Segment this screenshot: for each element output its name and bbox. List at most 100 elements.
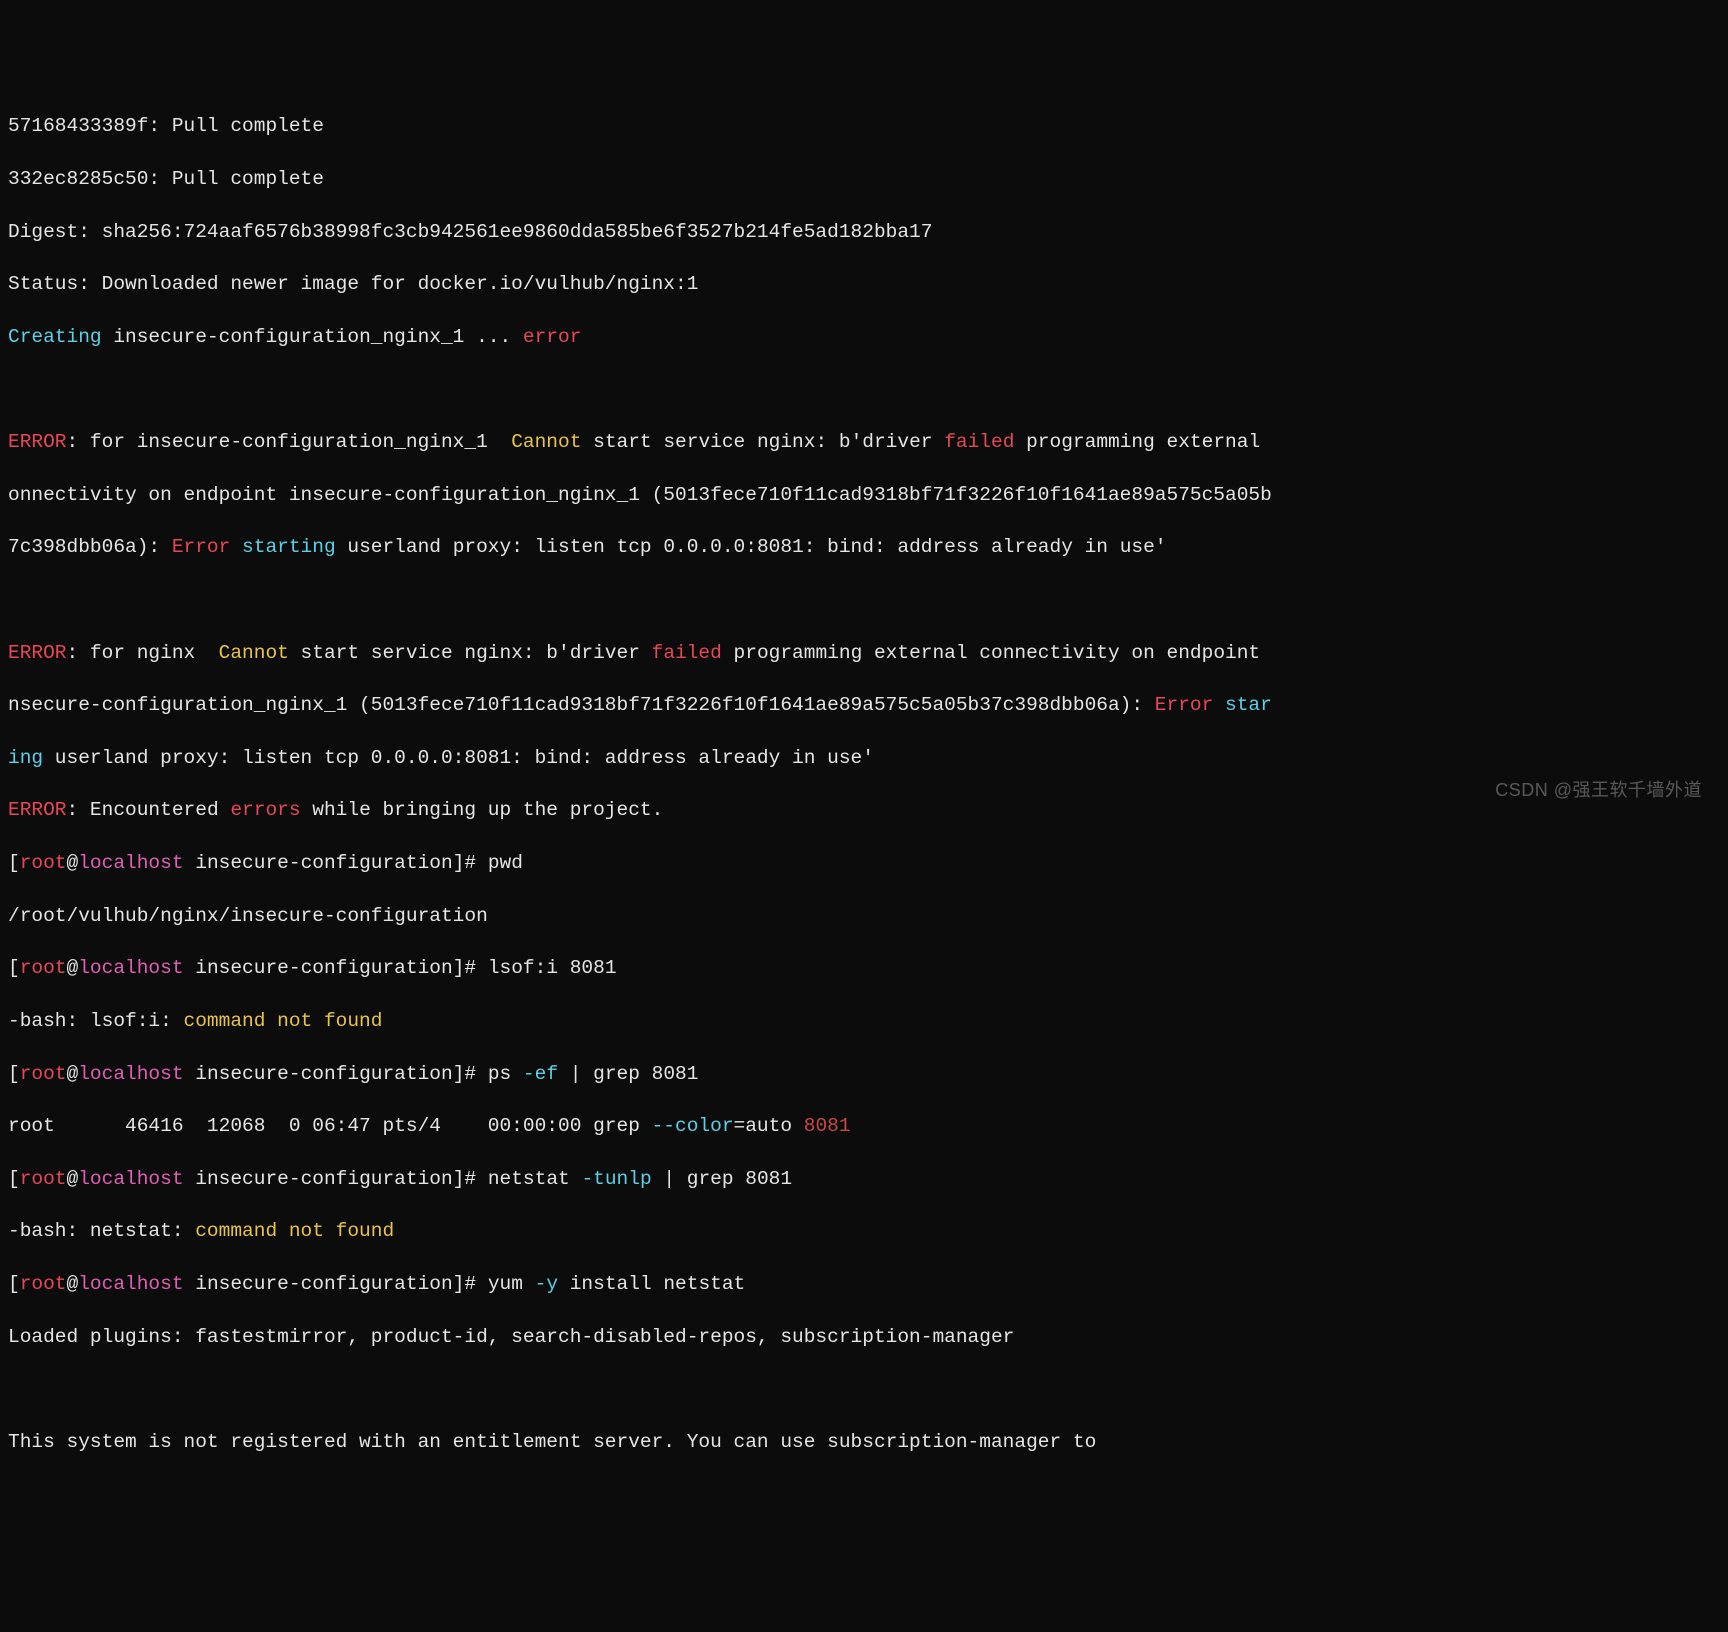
error-line: nsecure-configuration_nginx_1 (5013fece7…: [8, 692, 1720, 718]
error-line: ERROR: for nginx Cannot start service ng…: [8, 640, 1720, 666]
text: starting: [242, 536, 336, 558]
text: command not found: [184, 1010, 383, 1032]
prompt-path: insecure-configuration: [184, 957, 453, 979]
output-line: Digest: sha256:724aaf6576b38998fc3cb9425…: [8, 219, 1720, 245]
text: @: [67, 852, 79, 874]
prompt-user: root: [20, 1168, 67, 1190]
error-line: ERROR: for insecure-configuration_nginx_…: [8, 429, 1720, 455]
text: while bringing up the project.: [301, 799, 664, 821]
output-line: -bash: lsof:i: command not found: [8, 1008, 1720, 1034]
text: [: [8, 1063, 20, 1085]
output-line: -bash: netstat: command not found: [8, 1218, 1720, 1244]
prompt-line[interactable]: [root@localhost insecure-configuration]#…: [8, 1271, 1720, 1297]
prompt-line[interactable]: [root@localhost insecure-configuration]#…: [8, 1166, 1720, 1192]
text: [: [8, 852, 20, 874]
output-line: This system is not registered with an en…: [8, 1429, 1720, 1455]
text: @: [67, 1273, 79, 1295]
text: -bash: netstat:: [8, 1220, 195, 1242]
flag: -tunlp: [581, 1168, 651, 1190]
text: [230, 536, 242, 558]
text: : for nginx: [67, 642, 219, 664]
text: root 46416 12068 0 06:47 pts/4 00:00:00 …: [8, 1115, 652, 1137]
prompt-path: insecure-configuration: [184, 1273, 453, 1295]
text: nsecure-configuration_nginx_1 (5013fece7…: [8, 694, 1155, 716]
text: failed: [652, 642, 722, 664]
command-input[interactable]: install netstat: [558, 1273, 745, 1295]
text: Error: [172, 536, 231, 558]
output-line: 57168433389f: Pull complete: [8, 113, 1720, 139]
text: : Encountered: [67, 799, 231, 821]
text: [: [8, 1273, 20, 1295]
text: =auto: [734, 1115, 804, 1137]
text: 7c398dbb06a):: [8, 536, 172, 558]
flag: --color: [652, 1115, 734, 1137]
text: @: [67, 1063, 79, 1085]
prompt-path: insecure-configuration: [184, 852, 453, 874]
text: Cannot: [219, 642, 289, 664]
port: 8081: [804, 1115, 851, 1137]
creating-status: error: [523, 326, 582, 348]
creating-label: Creating: [8, 326, 102, 348]
text: programming external: [1014, 431, 1271, 453]
text: -bash: lsof:i:: [8, 1010, 184, 1032]
prompt-line[interactable]: [root@localhost insecure-configuration]#…: [8, 1061, 1720, 1087]
text: Error: [1155, 694, 1214, 716]
text: ]#: [453, 1063, 488, 1085]
error-prefix: ERROR: [8, 799, 67, 821]
error-line: ERROR: Encountered errors while bringing…: [8, 797, 1720, 823]
text: @: [67, 1168, 79, 1190]
text: ]#: [453, 1273, 488, 1295]
text: start service nginx: b'driver: [581, 431, 944, 453]
text: star: [1225, 694, 1272, 716]
flag: -ef: [523, 1063, 558, 1085]
text: start service nginx: b'driver: [289, 642, 652, 664]
error-prefix: ERROR: [8, 431, 67, 453]
prompt-host: localhost: [78, 1168, 183, 1190]
command-input[interactable]: yum: [488, 1273, 535, 1295]
prompt-user: root: [20, 1063, 67, 1085]
output-line: Status: Downloaded newer image for docke…: [8, 271, 1720, 297]
output-line: 332ec8285c50: Pull complete: [8, 166, 1720, 192]
text: [: [8, 957, 20, 979]
output-line: root 46416 12068 0 06:47 pts/4 00:00:00 …: [8, 1113, 1720, 1139]
text: [: [8, 1168, 20, 1190]
error-line: onnectivity on endpoint insecure-configu…: [8, 482, 1720, 508]
prompt-host: localhost: [78, 957, 183, 979]
error-prefix: ERROR: [8, 642, 67, 664]
text: ]#: [453, 852, 488, 874]
output-line: /root/vulhub/nginx/insecure-configuratio…: [8, 903, 1720, 929]
text: userland proxy: listen tcp 0.0.0.0:8081:…: [336, 536, 1167, 558]
prompt-host: localhost: [78, 1273, 183, 1295]
creating-name: insecure-configuration_nginx_1 ...: [102, 326, 523, 348]
text: failed: [944, 431, 1014, 453]
prompt-path: insecure-configuration: [184, 1168, 453, 1190]
error-line: ing userland proxy: listen tcp 0.0.0.0:8…: [8, 745, 1720, 771]
command-input[interactable]: netstat: [488, 1168, 582, 1190]
text: : for insecure-configuration_nginx_1: [67, 431, 512, 453]
prompt-host: localhost: [78, 852, 183, 874]
text: ]#: [453, 957, 488, 979]
prompt-path: insecure-configuration: [184, 1063, 453, 1085]
prompt-host: localhost: [78, 1063, 183, 1085]
error-line: 7c398dbb06a): Error starting userland pr…: [8, 534, 1720, 560]
text: command not found: [195, 1220, 394, 1242]
text: programming external connectivity on end…: [722, 642, 1272, 664]
command-input[interactable]: lsof:i 8081: [488, 957, 617, 979]
creating-line: Creating insecure-configuration_nginx_1 …: [8, 324, 1720, 350]
prompt-user: root: [20, 1273, 67, 1295]
text: errors: [230, 799, 300, 821]
flag: -y: [535, 1273, 558, 1295]
text: @: [67, 957, 79, 979]
output-line: Loaded plugins: fastestmirror, product-i…: [8, 1324, 1720, 1350]
command-input[interactable]: pwd: [488, 852, 523, 874]
text: ing: [8, 747, 43, 769]
command-input[interactable]: | grep 8081: [558, 1063, 698, 1085]
prompt-line[interactable]: [root@localhost insecure-configuration]#…: [8, 850, 1720, 876]
prompt-user: root: [20, 852, 67, 874]
text: ]#: [453, 1168, 488, 1190]
command-input[interactable]: ps: [488, 1063, 523, 1085]
prompt-line[interactable]: [root@localhost insecure-configuration]#…: [8, 955, 1720, 981]
prompt-user: root: [20, 957, 67, 979]
text: [1213, 694, 1225, 716]
command-input[interactable]: | grep 8081: [652, 1168, 792, 1190]
